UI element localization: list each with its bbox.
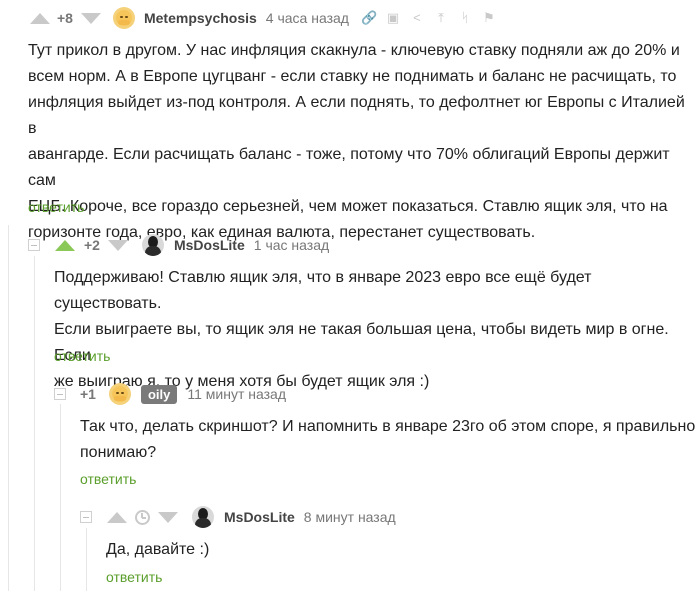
reply-link[interactable]: ответить (28, 199, 84, 215)
collapse-toggle[interactable] (54, 388, 66, 400)
timestamp[interactable]: 11 минут назад (187, 386, 286, 402)
comment-header: +1 oily 11 минут назад (80, 382, 286, 406)
thread-line (60, 404, 61, 591)
upvote-button[interactable] (55, 239, 75, 251)
avatar[interactable] (112, 7, 135, 29)
text-line: понимаю? (80, 444, 157, 461)
username[interactable]: MsDosLite (224, 509, 295, 525)
text-line: авангарде. Если расчищать баланс - тоже,… (28, 146, 670, 189)
comment-rating: +2 (84, 237, 100, 253)
save-icon[interactable]: ▣ (385, 10, 401, 26)
timestamp[interactable]: 1 час назад (254, 237, 329, 253)
branch-icon[interactable]: ᛋ (457, 10, 473, 26)
collapse-toggle[interactable] (80, 511, 92, 523)
comment-text: Так что, делать скриншот? И напомнить в … (80, 414, 698, 466)
timestamp[interactable]: 4 часа назад (266, 10, 349, 26)
thread-line (34, 256, 35, 591)
downvote-button[interactable] (80, 12, 101, 24)
thread-line (8, 225, 9, 591)
text-line: ЕЦБ. Короче, все гораздо серьезней, чем … (28, 198, 668, 215)
avatar[interactable] (192, 506, 214, 528)
avatar[interactable] (141, 234, 164, 256)
reply-link[interactable]: ответить (54, 348, 110, 364)
text-line: всем норм. А в Европе цугцванг - если ст… (28, 68, 677, 85)
comment-text: Поддерживаю! Ставлю ящик эля, что в янва… (54, 265, 698, 395)
reply-link[interactable]: ответить (106, 569, 162, 585)
text-line: Тут прикол в другом. У нас инфляция скак… (28, 42, 680, 59)
link-icon[interactable]: 🔗 (361, 10, 377, 26)
text-line: Так что, делать скриншот? И напомнить в … (80, 418, 696, 435)
comment-header: +8 Metempsychosis 4 часа назад 🔗 ▣ < ⤒ ᛋ… (30, 6, 497, 30)
downvote-button[interactable] (107, 239, 128, 251)
comment-header: MsDosLite 8 минут назад (107, 505, 396, 529)
comment-header: +2 MsDosLite 1 час назад (55, 233, 329, 257)
text-line: Если выиграете вы, то ящик эля не такая … (54, 321, 669, 364)
comment-rating: +1 (80, 386, 96, 402)
username-badge[interactable]: oily (140, 384, 178, 404)
username[interactable]: MsDosLite (174, 237, 245, 253)
downvote-button[interactable] (158, 511, 178, 523)
go-to-parent-icon[interactable]: ⤒ (433, 10, 449, 26)
share-icon[interactable]: < (409, 10, 425, 26)
upvote-button[interactable] (107, 511, 127, 523)
comment-rating: +8 (57, 10, 73, 26)
report-flag-icon[interactable]: ⚑ (481, 10, 497, 26)
collapse-toggle[interactable] (28, 239, 40, 251)
username[interactable]: Metempsychosis (144, 10, 257, 26)
clock-icon (135, 509, 150, 525)
text-line: инфляция выйдет из-под контроля. А если … (28, 94, 685, 137)
timestamp[interactable]: 8 минут назад (304, 509, 396, 525)
comment-text: Тут прикол в другом. У нас инфляция скак… (28, 38, 696, 246)
avatar[interactable] (108, 383, 131, 405)
upvote-button[interactable] (30, 12, 50, 24)
text-line: Поддерживаю! Ставлю ящик эля, что в янва… (54, 269, 592, 312)
reply-link[interactable]: ответить (80, 471, 136, 487)
comment-text: Да, давайте :) (106, 537, 696, 563)
text-line: Да, давайте :) (106, 541, 210, 558)
thread-line (86, 528, 87, 591)
